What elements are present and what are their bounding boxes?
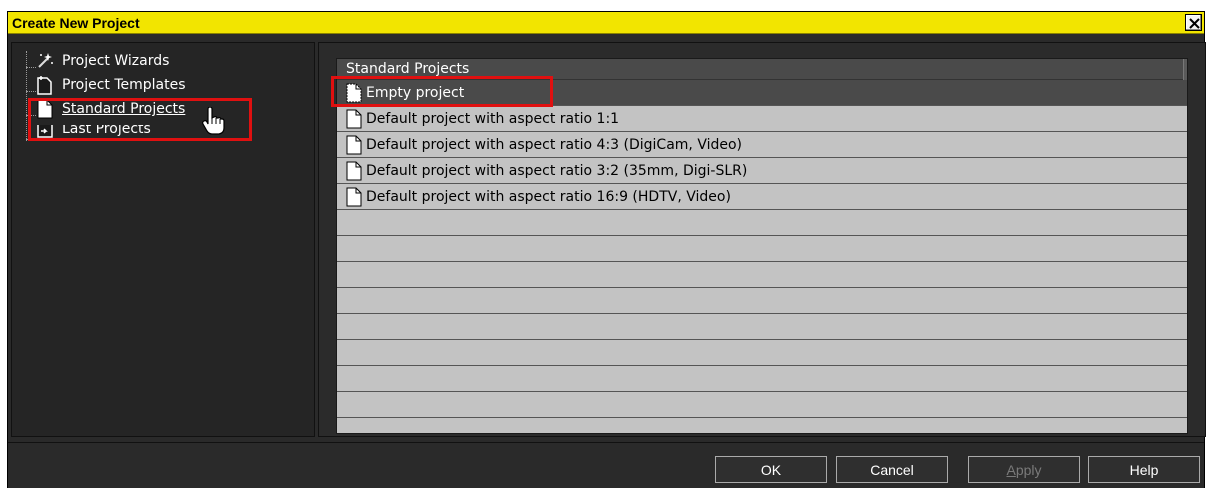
list-item-label: Default project with aspect ratio 16:9 (… — [366, 188, 731, 205]
apply-button-label: pply — [1015, 461, 1042, 478]
project-list: Standard Projects Empty project Default … — [336, 58, 1188, 434]
list-row-empty — [337, 210, 1187, 236]
tree-connector — [26, 51, 27, 141]
highlight-empty-project — [331, 76, 553, 107]
button-bar: OK Cancel Apply Help — [8, 442, 1204, 488]
list-row-empty — [337, 366, 1187, 392]
ok-button-label: OK — [760, 461, 782, 478]
tree-item-project-templates[interactable]: Project Templates — [36, 73, 186, 97]
tree-item-label: Project Wizards — [62, 53, 170, 69]
close-button[interactable] — [1185, 14, 1202, 31]
title-bar: Create New Project — [8, 12, 1204, 34]
project-list-panel: Standard Projects Empty project Default … — [318, 42, 1206, 437]
list-item-label: Default project with aspect ratio 4:3 (D… — [366, 136, 743, 153]
list-item[interactable]: Default project with aspect ratio 1:1 — [337, 106, 1187, 132]
list-item[interactable]: Default project with aspect ratio 16:9 (… — [337, 184, 1187, 210]
header-edge — [1183, 59, 1187, 80]
apply-button[interactable]: Apply — [968, 456, 1080, 483]
cancel-button[interactable]: Cancel — [836, 456, 948, 483]
list-item-label: Default project with aspect ratio 1:1 — [366, 110, 620, 127]
tree-item-label: Project Templates — [62, 77, 186, 93]
list-row-empty — [337, 392, 1187, 418]
tree-item-project-wizards[interactable]: Project Wizards — [36, 49, 169, 73]
list-header-label: Standard Projects — [346, 61, 470, 77]
apply-button-mnemonic: A — [1006, 461, 1016, 478]
list-row-empty — [337, 288, 1187, 314]
document-icon — [346, 161, 362, 181]
document-icon — [346, 109, 362, 129]
project-category-tree: Project Wizards Project Templates Standa… — [11, 42, 315, 437]
template-icon — [36, 75, 54, 95]
tree-connector — [26, 67, 36, 68]
cancel-button-label: Cancel — [870, 461, 914, 478]
create-project-dialog: Create New Project Project Wizards Proje… — [7, 11, 1206, 488]
dialog-title: Create New Project — [12, 15, 140, 31]
help-button[interactable]: Help — [1088, 456, 1200, 483]
list-row-empty — [337, 314, 1187, 340]
highlight-standard-projects — [28, 98, 252, 141]
ok-button[interactable]: OK — [715, 456, 827, 483]
list-row-empty — [337, 236, 1187, 262]
close-icon — [1189, 18, 1200, 29]
list-row-empty — [337, 262, 1187, 288]
document-icon — [346, 187, 362, 207]
list-item[interactable]: Default project with aspect ratio 4:3 (D… — [337, 132, 1187, 158]
wand-icon — [36, 51, 54, 71]
tree-connector — [26, 91, 36, 92]
help-button-label: Help — [1129, 461, 1159, 478]
document-icon — [346, 135, 362, 155]
list-item[interactable]: Default project with aspect ratio 3:2 (3… — [337, 158, 1187, 184]
list-item-label: Default project with aspect ratio 3:2 (3… — [366, 162, 748, 179]
list-row-empty — [337, 340, 1187, 366]
